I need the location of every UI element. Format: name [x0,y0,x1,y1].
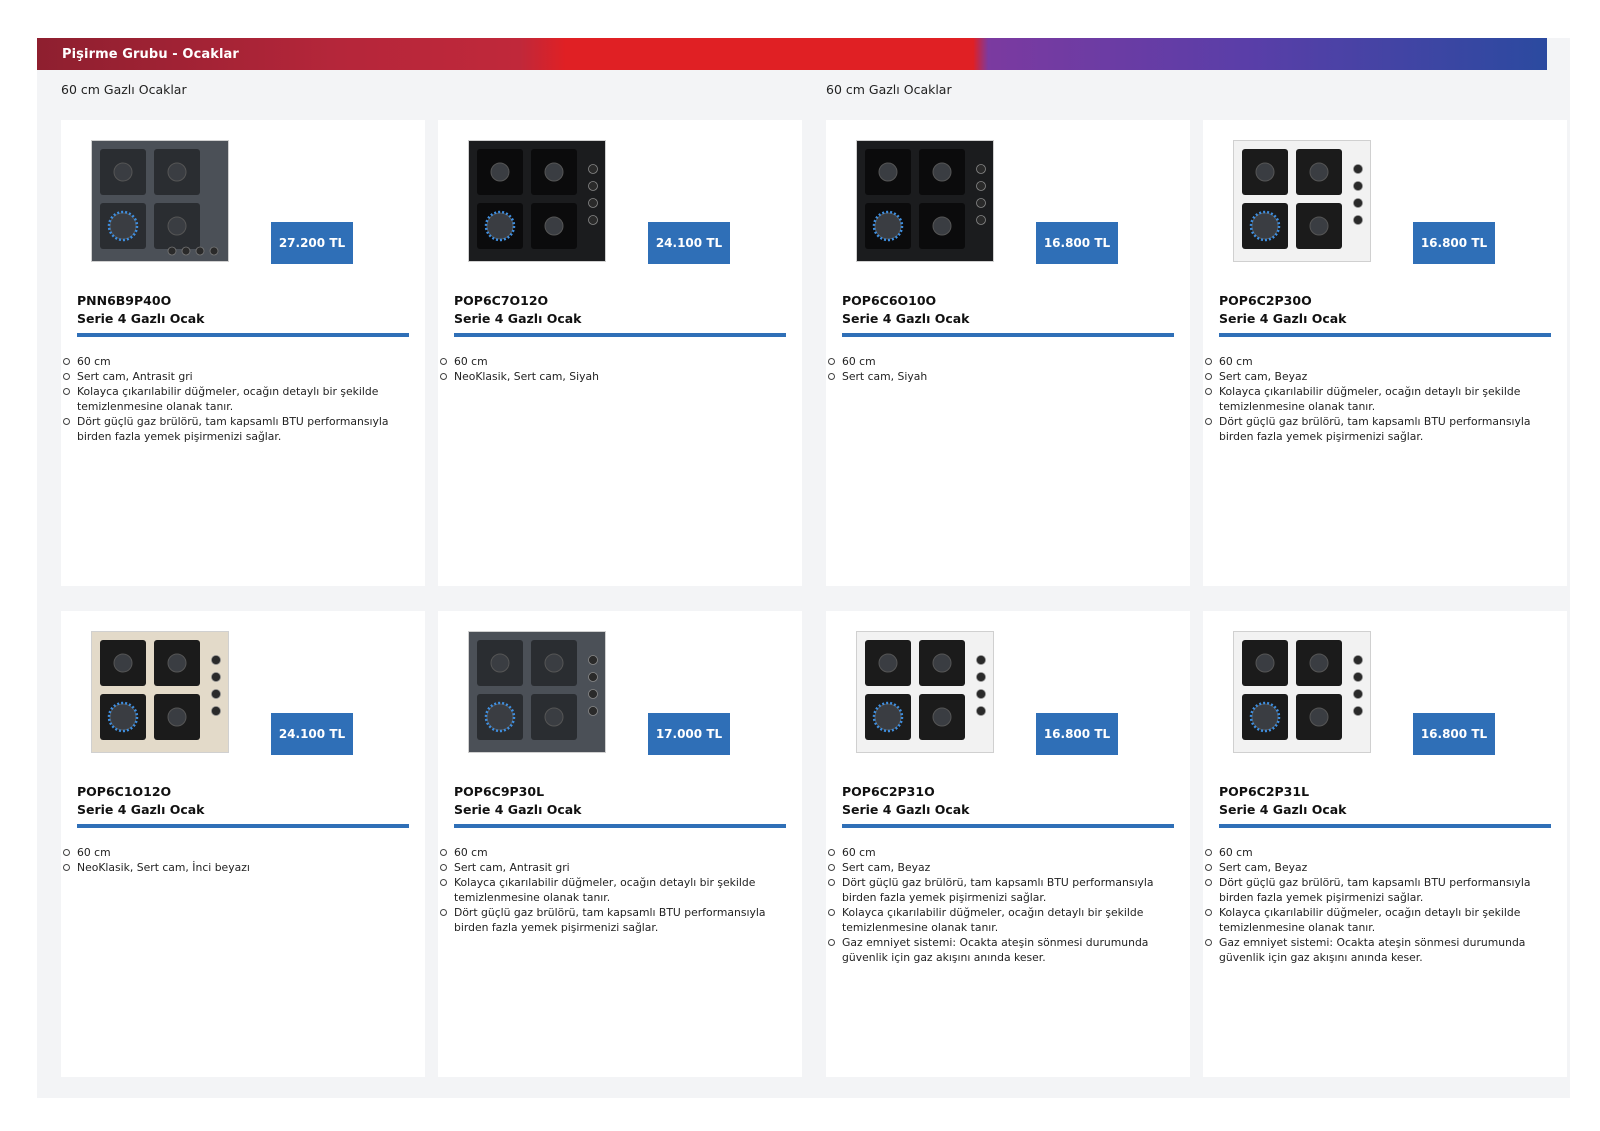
feature-item: Kolayca çıkarılabilir düğmeler, ocağın d… [1205,384,1539,414]
feature-item: Kolayca çıkarılabilir düğmeler, ocağın d… [828,905,1162,935]
price-badge: 17.000 TL [648,713,730,755]
divider [454,824,786,828]
feature-item: Sert cam, Beyaz [1205,860,1539,875]
feature-list: 60 cm Sert cam, Antrasit gri Kolayca çıkar… [63,354,397,444]
product-card[interactable]: 27.200 TL PNN6B9P40O Serie 4 Gazlı Ocak … [61,120,425,586]
product-card[interactable]: 24.100 TL POP6C7O12O Serie 4 Gazlı Ocak … [438,120,802,586]
hob-product-image [1233,140,1371,262]
category-title: Pişirme Grubu - Ocaklar [62,46,239,62]
feature-item: Gaz emniyet sistemi: Ocakta ateşin sönme… [1205,935,1539,965]
feature-item: 60 cm [828,845,1162,860]
feature-item: Gaz emniyet sistemi: Ocakta ateşin sönme… [828,935,1162,965]
feature-item: Kolayca çıkarılabilir düğmeler, ocağın d… [440,875,774,905]
product-card[interactable]: 16.800 TL POP6C2P31L Serie 4 Gazlı Ocak … [1203,611,1567,1077]
feature-item: 60 cm [1205,354,1539,369]
series-name: Serie 4 Gazlı Ocak [842,311,970,326]
feature-item: 60 cm [1205,845,1539,860]
price-badge: 24.100 TL [271,713,353,755]
divider [454,333,786,337]
product-card[interactable]: 24.100 TL POP6C1O12O Serie 4 Gazlı Ocak … [61,611,425,1077]
feature-item: Sert cam, Beyaz [828,860,1162,875]
feature-item: 60 cm [828,354,1162,369]
feature-item: 60 cm [440,354,774,369]
series-name: Serie 4 Gazlı Ocak [454,311,582,326]
feature-list: 60 cm Sert cam, Beyaz Kolayca çıkarılabili… [1205,354,1539,444]
price-badge: 27.200 TL [271,222,353,264]
price-badge: 16.800 TL [1036,222,1118,264]
feature-list: 60 cm Sert cam, Beyaz Dört güçlü gaz brülö… [828,845,1162,965]
feature-item: 60 cm [440,845,774,860]
feature-list: 60 cm Sert cam, Antrasit gri Kolayca çıkar… [440,845,774,935]
feature-item: Sert cam, Siyah [828,369,1162,384]
feature-list: 60 cm NeoKlasik, Sert cam, İnci beyazı [63,845,397,875]
divider [77,824,409,828]
series-name: Serie 4 Gazlı Ocak [77,311,205,326]
hob-product-image [91,631,229,753]
divider [842,333,1174,337]
product-title: POP6C2P30O Serie 4 Gazlı Ocak [1219,292,1346,328]
product-card[interactable]: 16.800 TL POP6C2P31O Serie 4 Gazlı Ocak … [826,611,1190,1077]
series-name: Serie 4 Gazlı Ocak [842,802,970,817]
feature-item: 60 cm [63,354,397,369]
hob-product-image [468,631,606,753]
product-card[interactable]: 16.800 TL POP6C6O10O Serie 4 Gazlı Ocak … [826,120,1190,586]
divider [1219,824,1551,828]
category-banner: Pişirme Grubu - Ocaklar [37,38,1547,70]
product-title: POP6C2P31O Serie 4 Gazlı Ocak [842,783,969,819]
price-badge: 24.100 TL [648,222,730,264]
section-label-right: 60 cm Gazlı Ocaklar [826,82,952,97]
series-name: Serie 4 Gazlı Ocak [77,802,205,817]
product-title: PNN6B9P40O Serie 4 Gazlı Ocak [77,292,204,328]
hob-product-image [91,140,229,262]
feature-item: Kolayca çıkarılabilir düğmeler, ocağın d… [1205,905,1539,935]
feature-item: Sert cam, Antrasit gri [63,369,397,384]
product-card[interactable]: 17.000 TL POP6C9P30L Serie 4 Gazlı Ocak … [438,611,802,1077]
feature-item: Dört güçlü gaz brülörü, tam kapsamlı BTU… [1205,414,1539,444]
divider [842,824,1174,828]
series-name: Serie 4 Gazlı Ocak [1219,802,1347,817]
feature-item: Dört güçlü gaz brülörü, tam kapsamlı BTU… [828,875,1162,905]
price-badge: 16.800 TL [1036,713,1118,755]
feature-item: Kolayca çıkarılabilir düğmeler, ocağın d… [63,384,397,414]
hob-product-image [468,140,606,262]
model-code: PNN6B9P40O [77,293,172,308]
model-code: POP6C6O10O [842,293,937,308]
model-code: POP6C2P31L [1219,784,1310,799]
section-label-left: 60 cm Gazlı Ocaklar [61,82,187,97]
product-title: POP6C6O10O Serie 4 Gazlı Ocak [842,292,969,328]
divider [1219,333,1551,337]
hob-product-image [1233,631,1371,753]
model-code: POP6C2P30O [1219,293,1312,308]
feature-item: Sert cam, Beyaz [1205,369,1539,384]
price-badge: 16.800 TL [1413,713,1495,755]
feature-item: 60 cm [63,845,397,860]
feature-list: 60 cm Sert cam, Beyaz Dört güçlü gaz brülö… [1205,845,1539,965]
model-code: POP6C2P31O [842,784,935,799]
feature-list: 60 cm Sert cam, Siyah [828,354,1162,384]
feature-item: NeoKlasik, Sert cam, Siyah [440,369,774,384]
series-name: Serie 4 Gazlı Ocak [454,802,582,817]
hob-product-image [856,140,994,262]
product-title: POP6C7O12O Serie 4 Gazlı Ocak [454,292,581,328]
feature-item: NeoKlasik, Sert cam, İnci beyazı [63,860,397,875]
feature-item: Sert cam, Antrasit gri [440,860,774,875]
price-badge: 16.800 TL [1413,222,1495,264]
model-code: POP6C1O12O [77,784,172,799]
divider [77,333,409,337]
feature-item: Dört güçlü gaz brülörü, tam kapsamlı BTU… [1205,875,1539,905]
hob-product-image [856,631,994,753]
product-card[interactable]: 16.800 TL POP6C2P30O Serie 4 Gazlı Ocak … [1203,120,1567,586]
feature-item: Dört güçlü gaz brülörü, tam kapsamlı BTU… [63,414,397,444]
model-code: POP6C9P30L [454,784,545,799]
product-title: POP6C1O12O Serie 4 Gazlı Ocak [77,783,204,819]
feature-list: 60 cm NeoKlasik, Sert cam, Siyah [440,354,774,384]
model-code: POP6C7O12O [454,293,549,308]
product-title: POP6C9P30L Serie 4 Gazlı Ocak [454,783,581,819]
series-name: Serie 4 Gazlı Ocak [1219,311,1347,326]
product-title: POP6C2P31L Serie 4 Gazlı Ocak [1219,783,1346,819]
feature-item: Dört güçlü gaz brülörü, tam kapsamlı BTU… [440,905,774,935]
